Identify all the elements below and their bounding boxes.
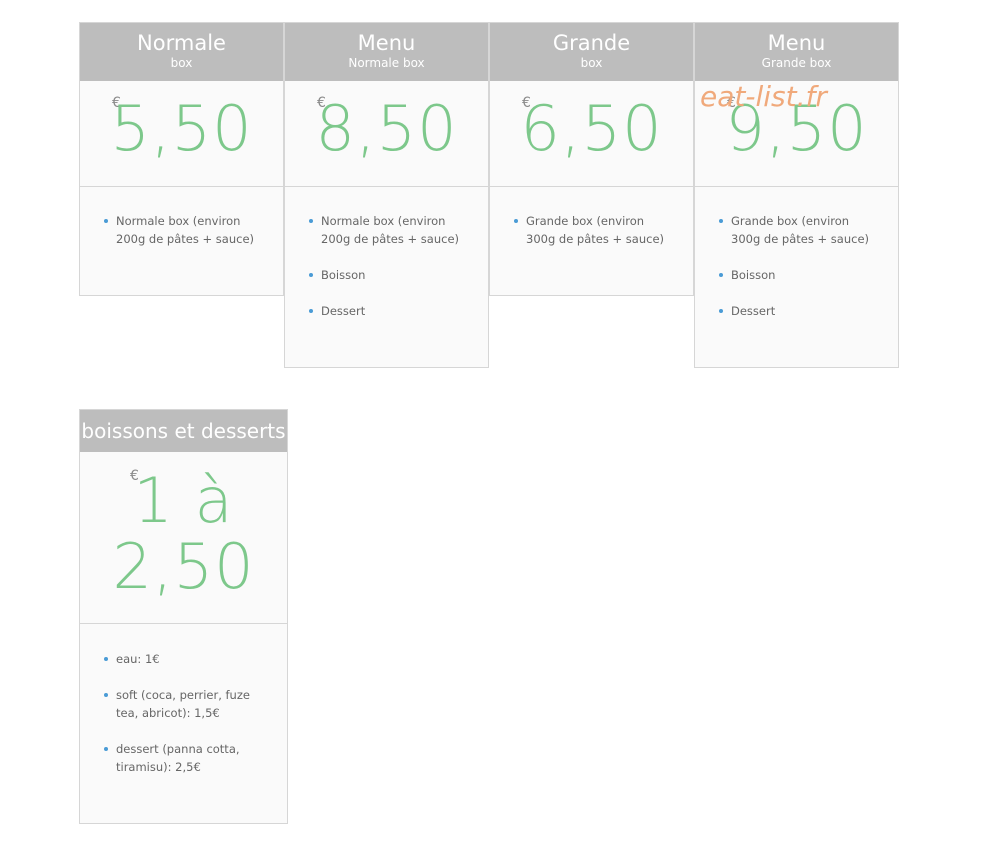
price-amount: 6,50: [520, 92, 663, 165]
plan-subtitle: Normale box: [348, 56, 425, 70]
plan-title: Menu: [767, 31, 826, 55]
feature-item: dessert (panna cotta, tiramisu): 2,5€: [104, 740, 267, 776]
feature-list: Grande box (environ 300g de pâtes + sauc…: [695, 187, 898, 358]
plan-price-block: € 1 à 2,50: [80, 452, 287, 624]
plan-price-block: € 5,50: [80, 81, 283, 187]
plan-title: boissons et desserts: [81, 419, 286, 443]
plan-subtitle: box: [580, 56, 603, 70]
plan-title: Grande: [552, 31, 631, 55]
feature-item: Grande box (environ 300g de pâtes + sauc…: [719, 212, 878, 248]
price-amount: 1 à 2,50: [80, 468, 287, 600]
feature-item: Dessert: [309, 302, 468, 320]
feature-item: Normale box (environ 200g de pâtes + sau…: [104, 212, 263, 248]
plan-header: Normale box: [80, 23, 283, 81]
feature-item: Boisson: [309, 266, 468, 284]
price-amount: 8,50: [315, 92, 458, 165]
watermark-text: eat-list.fr: [700, 80, 827, 113]
plan-title: Menu: [357, 31, 416, 55]
feature-list: Grande box (environ 300g de pâtes + sauc…: [490, 187, 693, 286]
plan-card-menu-normale-box: Menu Normale box € 8,50 Normale box (env…: [284, 22, 489, 368]
plan-card-normale-box: Normale box € 5,50 Normale box (environ …: [79, 22, 284, 296]
feature-list: Normale box (environ 200g de pâtes + sau…: [285, 187, 488, 358]
pricing-table: Normale box € 5,50 Normale box (environ …: [79, 22, 901, 368]
plan-header: Grande box: [490, 23, 693, 81]
feature-item: Grande box (environ 300g de pâtes + sauc…: [514, 212, 673, 248]
feature-item: eau: 1€: [104, 650, 267, 668]
plan-title: Normale: [137, 31, 226, 55]
plan-price-block: € 8,50: [285, 81, 488, 187]
plan-subtitle: Grande box: [761, 56, 832, 70]
feature-item: soft (coca, perrier, fuze tea, abricot):…: [104, 686, 267, 722]
plan-card-boissons-desserts: boissons et desserts € 1 à 2,50 eau: 1€ …: [79, 409, 288, 824]
price-line-1: 1 à: [133, 464, 234, 537]
plan-header: Menu Normale box: [285, 23, 488, 81]
plan-header: Menu Grande box: [695, 23, 898, 81]
feature-item: Boisson: [719, 266, 878, 284]
price-line-2: 2,50: [112, 530, 255, 603]
plan-card-menu-grande-box: Menu Grande box € 9,50 Grande box (envir…: [694, 22, 899, 368]
feature-item: Dessert: [719, 302, 878, 320]
price-amount: 5,50: [110, 92, 253, 165]
plan-card-grande-box: Grande box € 6,50 Grande box (environ 30…: [489, 22, 694, 296]
plan-price-block: € 6,50: [490, 81, 693, 187]
plan-header: boissons et desserts: [80, 410, 287, 452]
feature-list: eau: 1€ soft (coca, perrier, fuze tea, a…: [80, 624, 287, 836]
feature-list: Normale box (environ 200g de pâtes + sau…: [80, 187, 283, 286]
plan-subtitle: box: [170, 56, 193, 70]
feature-item: Normale box (environ 200g de pâtes + sau…: [309, 212, 468, 248]
